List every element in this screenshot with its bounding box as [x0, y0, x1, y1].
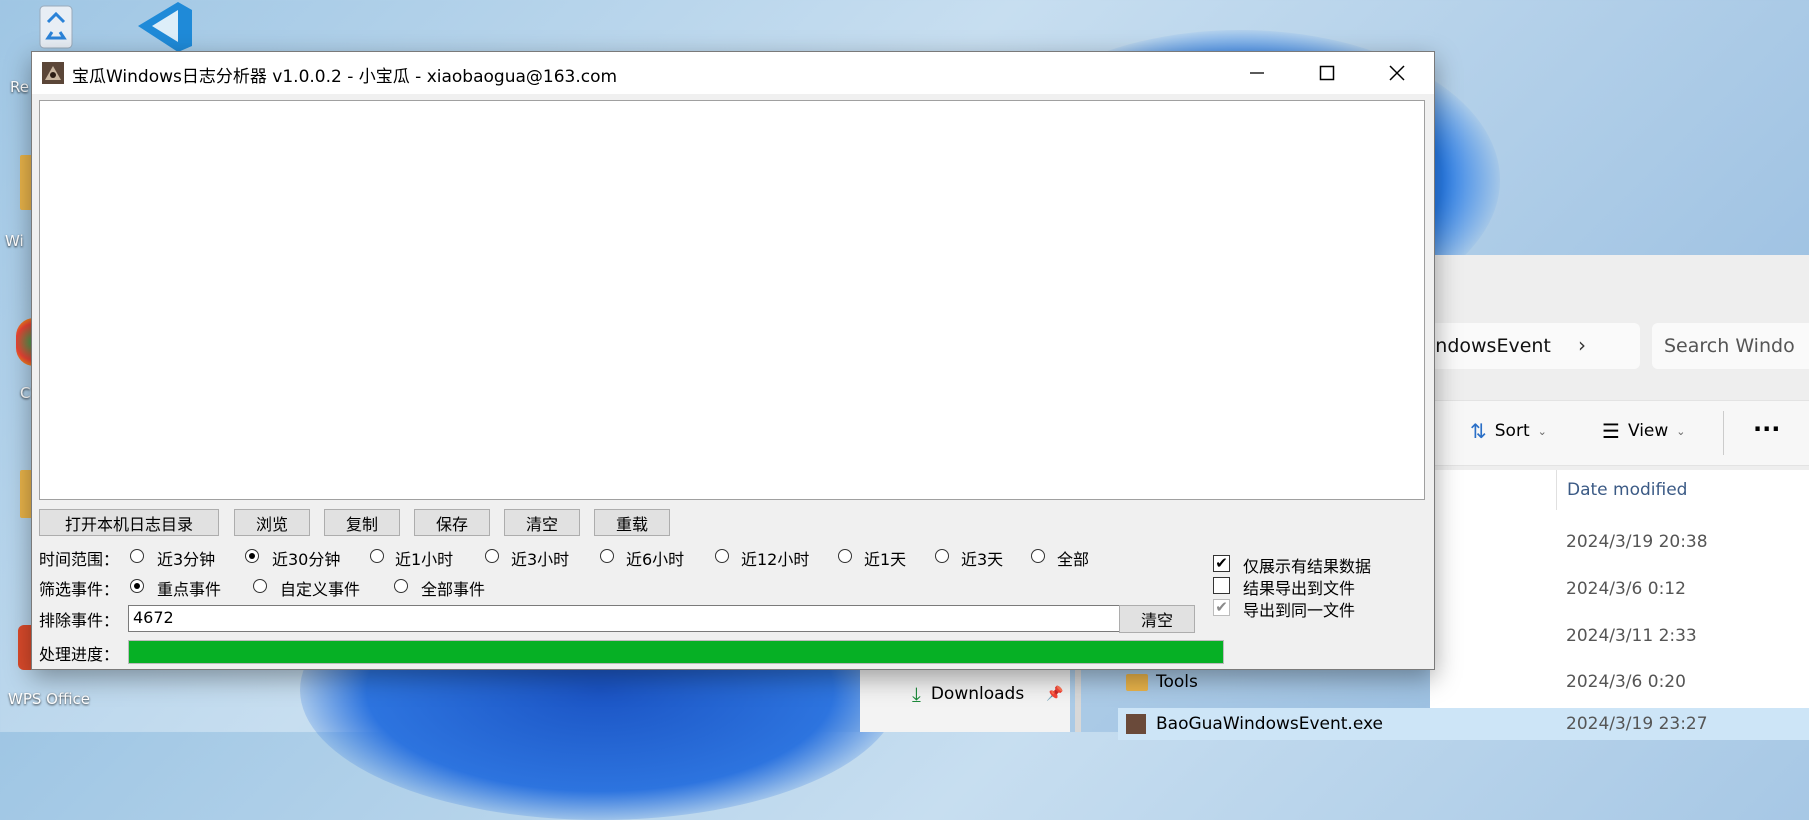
- desktop-label-wps: WPS Office: [8, 690, 90, 708]
- time-range-radio-6h[interactable]: [600, 549, 614, 563]
- progress-fill: [129, 641, 1223, 663]
- file-name: Tools: [1156, 672, 1198, 692]
- filter-label: 筛选事件：: [39, 580, 120, 599]
- view-button[interactable]: ☰ View ⌄: [1602, 419, 1686, 443]
- filter-radio-custom[interactable]: [253, 579, 267, 593]
- main-window: 宝瓜Windows日志分析器 v1.0.0.2 - 小宝瓜 - xiaobaog…: [31, 51, 1435, 670]
- desktop-label-recycle: Re: [10, 78, 29, 96]
- breadcrumb-text: indowsEvent: [1430, 335, 1551, 357]
- more-options-icon[interactable]: ···: [1753, 415, 1780, 443]
- reload-button[interactable]: 重载: [594, 509, 670, 536]
- checkbox-label: 导出到同一文件: [1243, 601, 1356, 620]
- maximize-icon: [1319, 65, 1335, 81]
- time-range-option[interactable]: 近12小时: [741, 546, 809, 570]
- file-row-tools[interactable]: Tools 2024/3/6 0:20: [1118, 670, 1809, 696]
- file-row-date: 2024/3/19 23:27: [1566, 714, 1708, 734]
- time-range-option[interactable]: 全部: [1057, 546, 1089, 570]
- time-range-label: 时间范围：: [39, 550, 120, 569]
- filter-option[interactable]: 重点事件: [157, 576, 221, 600]
- exclude-label: 排除事件：: [39, 611, 120, 630]
- separator: [1723, 411, 1724, 455]
- window-title: 宝瓜Windows日志分析器 v1.0.0.2 - 小宝瓜 - xiaobaog…: [72, 67, 618, 87]
- show-results-only-checkbox[interactable]: ✔: [1213, 555, 1230, 572]
- chevron-right-icon[interactable]: ›: [1578, 333, 1586, 357]
- progress-label: 处理进度：: [39, 645, 120, 664]
- time-range-option[interactable]: 近30分钟: [272, 546, 340, 570]
- time-range-radio-3h[interactable]: [485, 549, 499, 563]
- file-row-date: 2024/3/19 20:38: [1566, 532, 1708, 552]
- checkbox-label[interactable]: 仅展示有结果数据: [1243, 553, 1371, 577]
- app-icon: [42, 62, 64, 84]
- time-range-radio-3d[interactable]: [935, 549, 949, 563]
- recycle-bin-icon[interactable]: [30, 0, 82, 52]
- search-placeholder: Search Windo: [1664, 335, 1795, 357]
- minimize-button[interactable]: [1222, 52, 1292, 94]
- file-row-date: 2024/3/11 2:33: [1566, 626, 1697, 646]
- command-bar: ⇅ Sort ⌄ ☰ View ⌄ ···: [1430, 400, 1809, 466]
- nav-item-downloads[interactable]: ⤓ Downloads 📌: [912, 682, 1064, 706]
- file-row-exe[interactable]: BaoGuaWindowsEvent.exe 2024/3/19 23:27: [1118, 708, 1809, 740]
- filter-radio-key[interactable]: [130, 579, 144, 593]
- view-label: View: [1627, 421, 1669, 441]
- chevron-down-icon: ⌄: [1537, 424, 1547, 438]
- download-icon: ⤓: [912, 682, 921, 706]
- vscode-icon[interactable]: [128, 0, 200, 52]
- close-icon: [1389, 65, 1405, 81]
- clear-exclude-button[interactable]: 清空: [1119, 605, 1195, 633]
- export-same-file-checkbox: ✔: [1213, 599, 1230, 616]
- time-range-option[interactable]: 近3天: [961, 546, 1003, 570]
- sort-label: Sort: [1494, 421, 1530, 441]
- open-log-dir-button[interactable]: 打开本机日志目录: [39, 509, 219, 536]
- nav-downloads-label: Downloads: [930, 684, 1025, 704]
- title-bar[interactable]: 宝瓜Windows日志分析器 v1.0.0.2 - 小宝瓜 - xiaobaog…: [32, 52, 1434, 94]
- log-output-textarea[interactable]: [39, 100, 1425, 500]
- folder-icon-tools: [1126, 674, 1148, 691]
- search-input[interactable]: Search Windo: [1652, 323, 1809, 369]
- time-range-option[interactable]: 近3小时: [511, 546, 569, 570]
- time-range-radio-30min[interactable]: [245, 549, 259, 563]
- pin-icon[interactable]: 📌: [1046, 686, 1063, 702]
- time-range-option[interactable]: 近1天: [864, 546, 906, 570]
- clear-log-button[interactable]: 清空: [504, 509, 580, 536]
- filter-option[interactable]: 自定义事件: [280, 576, 360, 600]
- time-range-radio-12h[interactable]: [715, 549, 729, 563]
- time-range-radio-1h[interactable]: [370, 549, 384, 563]
- file-explorer-window: indowsEvent › Search Windo ⇅ Sort ⌄ ☰ Vi…: [1430, 255, 1809, 732]
- filter-option[interactable]: 全部事件: [421, 576, 485, 600]
- sort-icon: ⇅: [1470, 419, 1487, 443]
- close-button[interactable]: [1362, 52, 1432, 94]
- save-button[interactable]: 保存: [414, 509, 490, 536]
- export-to-file-checkbox[interactable]: [1213, 577, 1230, 594]
- file-row-date: 2024/3/6 0:20: [1566, 672, 1686, 692]
- browse-button[interactable]: 浏览: [234, 509, 310, 536]
- time-range-option[interactable]: 近6小时: [626, 546, 684, 570]
- time-range-radio-all[interactable]: [1031, 549, 1045, 563]
- progress-bar: [128, 640, 1224, 664]
- file-row-date: 2024/3/6 0:12: [1566, 579, 1686, 599]
- app-exe-icon: [1126, 714, 1146, 734]
- exclude-events-input[interactable]: 4672: [128, 605, 1131, 632]
- chevron-down-icon-2: ⌄: [1676, 424, 1686, 438]
- view-icon: ☰: [1602, 419, 1620, 443]
- copy-button[interactable]: 复制: [324, 509, 400, 536]
- maximize-button[interactable]: [1292, 52, 1362, 94]
- desktop-label-wi: Wi: [5, 232, 24, 250]
- sort-button[interactable]: ⇅ Sort ⌄: [1470, 419, 1547, 443]
- filter-radio-all[interactable]: [394, 579, 408, 593]
- column-header-date[interactable]: Date modified: [1556, 470, 1809, 510]
- file-name: BaoGuaWindowsEvent.exe: [1156, 714, 1383, 734]
- time-range-option[interactable]: 近1小时: [395, 546, 453, 570]
- breadcrumb[interactable]: indowsEvent ›: [1430, 323, 1640, 369]
- time-range-option[interactable]: 近3分钟: [157, 546, 215, 570]
- column-date-label: Date modified: [1567, 480, 1688, 500]
- checkbox-label[interactable]: 结果导出到文件: [1243, 575, 1355, 599]
- time-range-radio-3min[interactable]: [130, 549, 144, 563]
- minimize-icon: [1250, 72, 1264, 74]
- desktop-label-c: C: [20, 384, 31, 402]
- time-range-radio-1d[interactable]: [838, 549, 852, 563]
